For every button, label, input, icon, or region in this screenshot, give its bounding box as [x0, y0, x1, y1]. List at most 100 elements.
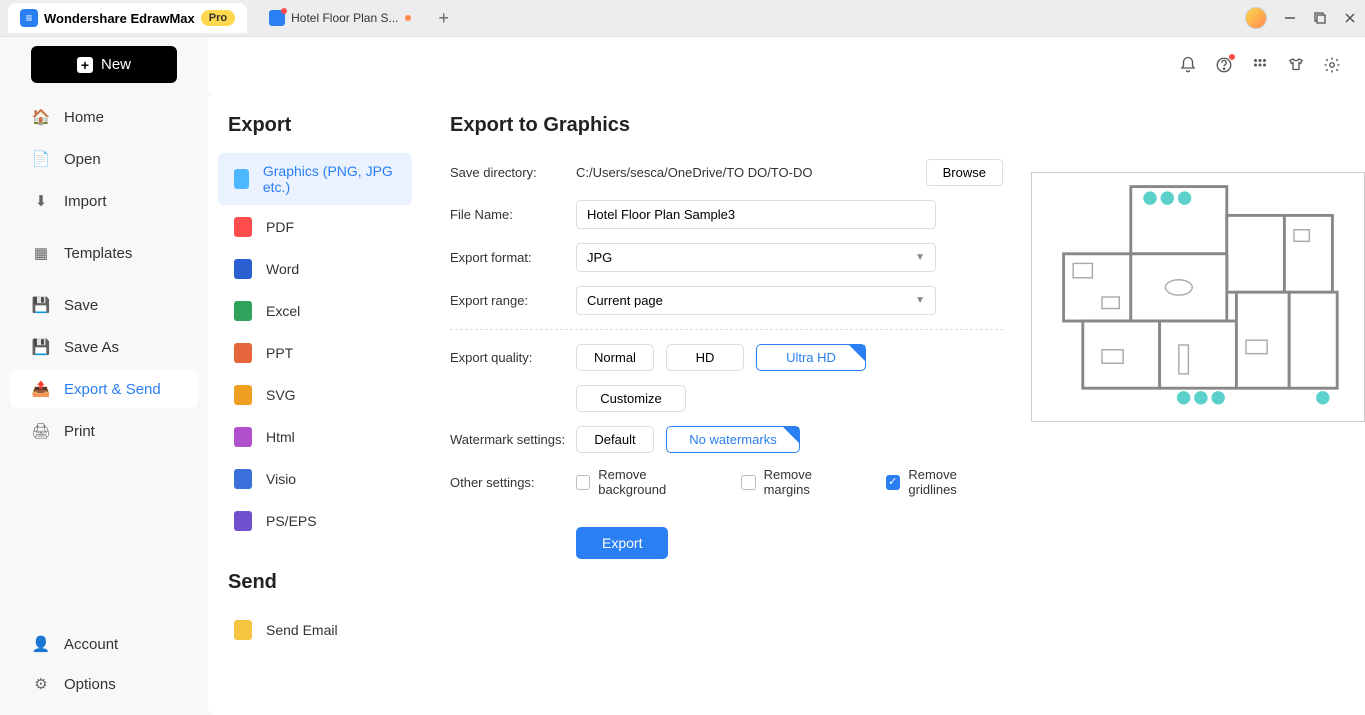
quality-hd-button[interactable]: HD	[666, 344, 744, 371]
sidebar-item-templates[interactable]: ▦Templates	[10, 234, 198, 272]
export-format-label: Export format:	[450, 250, 576, 265]
help-icon[interactable]	[1215, 56, 1233, 74]
browse-button[interactable]: Browse	[926, 159, 1003, 186]
plus-icon: +	[77, 57, 93, 73]
remove-gridlines-checkbox[interactable]	[886, 475, 900, 490]
export-item-label: Graphics (PNG, JPG etc.)	[263, 163, 396, 195]
export-item-label: Word	[266, 261, 299, 277]
sidebar-item-label: Templates	[64, 245, 132, 262]
sidebar-item-options[interactable]: ⚙ Options	[10, 665, 198, 703]
export-format-select[interactable]: JPG ▼	[576, 243, 936, 272]
export-type-panel: Export Graphics (PNG, JPG etc.) PDF Word…	[208, 92, 422, 715]
sidebar-item-import[interactable]: ⬇ Import	[10, 182, 198, 220]
form-title: Export to Graphics	[450, 114, 1003, 137]
bell-icon[interactable]	[1179, 56, 1197, 74]
remove-background-label: Remove background	[598, 467, 711, 497]
export-item-html[interactable]: Html	[218, 417, 412, 457]
preview-image	[1031, 172, 1365, 422]
sidebar-item-label: Export & Send	[64, 381, 161, 398]
shirt-icon[interactable]	[1287, 56, 1305, 74]
export-item-ppt[interactable]: PPT	[218, 333, 412, 373]
chevron-down-icon: ▼	[915, 252, 925, 263]
svg-file-icon	[234, 385, 252, 405]
maximize-icon[interactable]	[1313, 11, 1327, 25]
sidebar-item-label: Save As	[64, 339, 119, 356]
new-button-label: New	[101, 56, 131, 73]
png-file-icon	[234, 169, 249, 189]
export-icon: 📤	[32, 380, 50, 398]
app-name: Wondershare EdrawMax	[44, 11, 195, 26]
user-avatar[interactable]	[1245, 7, 1267, 29]
export-item-graphics[interactable]: Graphics (PNG, JPG etc.)	[218, 153, 412, 205]
new-button[interactable]: + New	[31, 46, 177, 83]
floor-plan-preview-icon	[1053, 177, 1343, 417]
import-icon: ⬇	[32, 192, 50, 210]
other-settings-label: Other settings:	[450, 475, 576, 490]
save-directory-label: Save directory:	[450, 165, 576, 180]
export-item-label: PPT	[266, 345, 293, 361]
top-row: + New	[0, 36, 1365, 92]
customize-button[interactable]: Customize	[576, 385, 686, 412]
remove-background-checkbox[interactable]	[576, 475, 590, 490]
sidebar-item-save-as[interactable]: 💾 Save As	[10, 328, 198, 366]
sidebar-item-label: Home	[64, 109, 104, 126]
export-item-ps-eps[interactable]: PS/EPS	[218, 501, 412, 541]
export-heading: Export	[208, 114, 422, 151]
sidebar-item-save[interactable]: 💾Save	[10, 286, 198, 324]
document-tab-label: Hotel Floor Plan S...	[291, 11, 398, 25]
document-tab[interactable]: Hotel Floor Plan S...	[257, 4, 422, 32]
export-range-label: Export range:	[450, 293, 576, 308]
sidebar-item-label: Print	[64, 423, 95, 440]
save-as-icon: 💾	[32, 338, 50, 356]
title-bar: ≡ Wondershare EdrawMax Pro Hotel Floor P…	[0, 0, 1365, 36]
print-icon: 🖨	[32, 422, 50, 440]
sidebar: 🏠Home 📄Open ⬇Import ▦Templates 💾Save 💾Sa…	[0, 92, 208, 715]
pro-badge: Pro	[201, 10, 235, 26]
export-range-select[interactable]: Current page▼	[576, 286, 936, 315]
export-format-value: JPG	[587, 250, 612, 265]
export-item-pdf[interactable]: PDF	[218, 207, 412, 247]
preview-panel	[1031, 92, 1365, 715]
export-range-value: Current page	[587, 293, 663, 308]
new-tab-button[interactable]: +	[433, 8, 456, 29]
options-gear-icon: ⚙	[32, 675, 50, 693]
export-item-excel[interactable]: Excel	[218, 291, 412, 331]
watermark-none-button[interactable]: No watermarks	[666, 426, 800, 453]
app-tab[interactable]: ≡ Wondershare EdrawMax Pro	[8, 3, 247, 33]
file-name-label: File Name:	[450, 207, 576, 222]
export-item-svg[interactable]: SVG	[218, 375, 412, 415]
sidebar-item-account[interactable]: 👤Account	[10, 625, 198, 663]
export-item-label: SVG	[266, 387, 296, 403]
minimize-icon[interactable]	[1283, 11, 1297, 25]
export-button[interactable]: Export	[576, 527, 668, 559]
visio-file-icon	[234, 469, 252, 489]
export-item-label: PDF	[266, 219, 294, 235]
sidebar-item-label: Account	[64, 636, 118, 653]
excel-file-icon	[234, 301, 252, 321]
sidebar-item-export-send[interactable]: 📤 Export & Send	[10, 370, 198, 408]
quality-ultrahd-button[interactable]: Ultra HD	[756, 344, 866, 371]
sidebar-item-open[interactable]: 📄Open	[10, 140, 198, 178]
app-logo-icon: ≡	[20, 9, 38, 27]
export-item-word[interactable]: Word	[218, 249, 412, 289]
sidebar-item-label: Open	[64, 151, 101, 168]
export-item-label: Excel	[266, 303, 300, 319]
ps-file-icon	[234, 511, 252, 531]
word-file-icon	[234, 259, 252, 279]
sidebar-item-print[interactable]: 🖨 Print	[10, 412, 198, 450]
gear-icon[interactable]	[1323, 56, 1341, 74]
grid-icon[interactable]	[1251, 56, 1269, 74]
remove-gridlines-label: Remove gridlines	[908, 467, 1003, 497]
export-form-panel: Export to Graphics Save directory: C:/Us…	[422, 92, 1031, 715]
close-icon[interactable]	[1343, 11, 1357, 25]
quality-normal-button[interactable]: Normal	[576, 344, 654, 371]
sidebar-item-label: Save	[64, 297, 98, 314]
file-name-input[interactable]	[576, 200, 936, 229]
remove-margins-checkbox[interactable]	[741, 475, 755, 490]
sidebar-item-label: Options	[64, 676, 116, 693]
sidebar-item-label: Import	[64, 193, 107, 210]
send-item-email[interactable]: Send Email	[218, 610, 412, 650]
sidebar-item-home[interactable]: 🏠Home	[10, 98, 198, 136]
watermark-default-button[interactable]: Default	[576, 426, 654, 453]
export-item-visio[interactable]: Visio	[218, 459, 412, 499]
